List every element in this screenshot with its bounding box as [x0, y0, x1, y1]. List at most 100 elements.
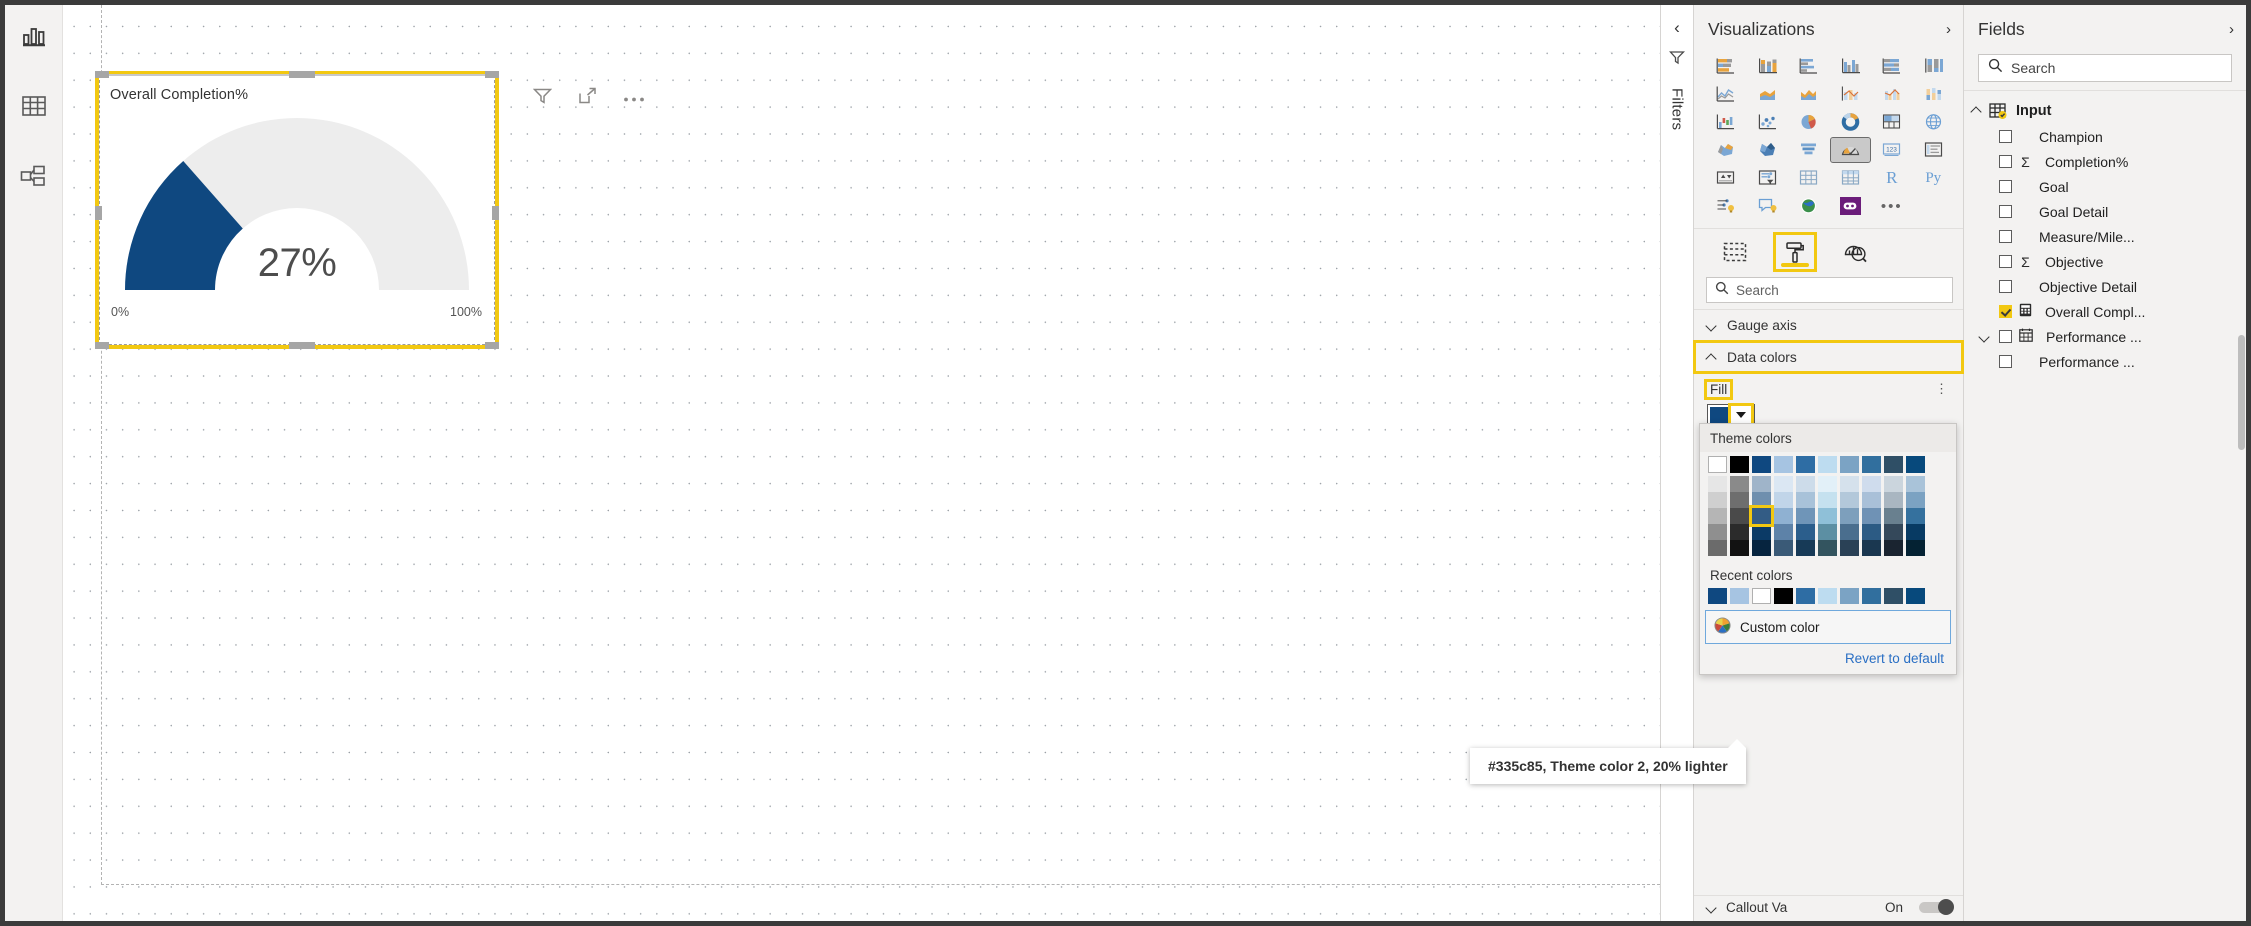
theme-color-shade-column[interactable]: [1906, 476, 1925, 556]
fields-search-input[interactable]: Search: [1978, 54, 2232, 82]
revert-to-default-link[interactable]: Revert to default: [1700, 644, 1956, 674]
resize-handle-middle-right[interactable]: [492, 206, 499, 220]
analytics-tab[interactable]: [1836, 235, 1874, 269]
slicer-icon[interactable]: [1748, 166, 1788, 190]
theme-color-swatch[interactable]: [1774, 492, 1793, 508]
field-checkbox[interactable]: [1999, 330, 2012, 343]
theme-color-swatch[interactable]: [1818, 540, 1837, 556]
field-expand-chevron-icon[interactable]: [1978, 331, 1992, 342]
shape-map-icon[interactable]: [1748, 138, 1788, 162]
recent-color-swatch[interactable]: [1774, 588, 1793, 604]
field-checkbox[interactable]: [1999, 255, 2012, 268]
format-search-input[interactable]: Search: [1706, 277, 1953, 303]
resize-handle-top-right[interactable]: [485, 71, 499, 78]
field-item[interactable]: Champion: [1964, 124, 2246, 149]
theme-color-swatch[interactable]: [1818, 524, 1837, 540]
theme-color-swatch[interactable]: [1818, 456, 1837, 473]
theme-color-swatch[interactable]: [1862, 508, 1881, 524]
resize-handle-top-left[interactable]: [95, 71, 109, 78]
theme-color-swatch[interactable]: [1884, 492, 1903, 508]
field-checkbox[interactable]: [1999, 130, 2012, 143]
recent-color-swatch[interactable]: [1862, 588, 1881, 604]
fields-table-input[interactable]: Input: [1964, 97, 2246, 124]
field-item[interactable]: Performance ...: [1964, 324, 2246, 349]
theme-color-shade-column[interactable]: [1749, 476, 1774, 556]
100-stacked-bar-chart-icon[interactable]: [1872, 54, 1912, 78]
recent-color-swatch[interactable]: [1730, 588, 1749, 604]
theme-color-swatch[interactable]: [1862, 476, 1881, 492]
theme-color-swatch[interactable]: [1906, 476, 1925, 492]
visualizations-expand-chevron-icon[interactable]: ›: [1946, 21, 1951, 38]
report-canvas-area[interactable]: Overall Completion% 27% 0% 100%: [63, 5, 1660, 921]
line-chart-icon[interactable]: [1706, 82, 1746, 106]
theme-color-swatch[interactable]: [1730, 456, 1749, 473]
chevron-up-icon[interactable]: [1972, 105, 1983, 116]
resize-handle-middle-left[interactable]: [95, 206, 102, 220]
stacked-bar-chart-icon[interactable]: [1706, 54, 1746, 78]
recent-color-swatch[interactable]: [1752, 588, 1771, 604]
theme-color-swatch[interactable]: [1774, 508, 1793, 524]
resize-handle-bottom-center[interactable]: [289, 342, 315, 349]
theme-color-swatch[interactable]: [1818, 492, 1837, 508]
theme-color-swatch[interactable]: [1708, 476, 1727, 492]
python-visual-icon[interactable]: Py: [1914, 166, 1954, 190]
custom-color-button[interactable]: Custom color: [1705, 610, 1951, 644]
theme-color-swatch[interactable]: [1796, 476, 1815, 492]
recent-color-swatch[interactable]: [1840, 588, 1859, 604]
theme-color-swatch[interactable]: [1840, 524, 1859, 540]
theme-color-swatch[interactable]: [1708, 540, 1727, 556]
recent-color-swatch[interactable]: [1906, 588, 1925, 604]
recent-color-swatch[interactable]: [1884, 588, 1903, 604]
field-item[interactable]: Objective Detail: [1964, 274, 2246, 299]
visual-type-gallery[interactable]: 123 R Py •••: [1694, 50, 1963, 224]
fill-more-options-icon[interactable]: ⋮: [1935, 381, 1949, 397]
theme-color-shade-column[interactable]: [1862, 476, 1881, 556]
theme-color-swatch[interactable]: [1840, 508, 1859, 524]
theme-color-swatch[interactable]: [1884, 524, 1903, 540]
line-and-clustered-column-chart-icon[interactable]: [1872, 82, 1912, 106]
theme-colors-grid[interactable]: [1700, 452, 1956, 562]
fields-scrollbar[interactable]: [2238, 335, 2245, 450]
stacked-column-chart-icon[interactable]: [1748, 54, 1788, 78]
clustered-column-chart-icon[interactable]: [1831, 54, 1871, 78]
theme-color-swatch[interactable]: [1906, 492, 1925, 508]
theme-color-swatch[interactable]: [1862, 492, 1881, 508]
theme-color-swatch[interactable]: [1884, 476, 1903, 492]
theme-color-swatch[interactable]: [1818, 508, 1837, 524]
model-view-button[interactable]: [17, 159, 51, 193]
theme-color-swatch[interactable]: [1730, 524, 1749, 540]
theme-color-swatch[interactable]: [1840, 540, 1859, 556]
field-item[interactable]: Measure/Mile...: [1964, 224, 2246, 249]
focus-mode-icon[interactable]: [578, 87, 597, 110]
line-and-stacked-column-chart-icon[interactable]: [1831, 82, 1871, 106]
field-checkbox[interactable]: [1999, 155, 2012, 168]
fill-current-swatch[interactable]: [1710, 407, 1729, 423]
theme-color-swatch[interactable]: [1906, 540, 1925, 556]
theme-color-swatch[interactable]: [1752, 524, 1771, 540]
theme-color-shade-column[interactable]: [1818, 476, 1837, 556]
theme-color-swatch[interactable]: [1884, 540, 1903, 556]
card-icon[interactable]: 123: [1872, 138, 1912, 162]
theme-colors-top-row[interactable]: [1708, 456, 1948, 476]
theme-color-swatch[interactable]: [1840, 476, 1859, 492]
fields-tree[interactable]: Input Champion Σ Completion% Goal Goal Detai…: [1964, 91, 2246, 921]
more-visuals-icon[interactable]: •••: [1872, 194, 1912, 218]
paginated-report-icon[interactable]: [1831, 194, 1871, 218]
matrix-icon[interactable]: [1831, 166, 1871, 190]
data-view-button[interactable]: [17, 89, 51, 123]
theme-color-swatch[interactable]: [1774, 524, 1793, 540]
funnel-icon[interactable]: [1789, 138, 1829, 162]
resize-handle-top-center[interactable]: [289, 71, 315, 78]
scatter-chart-icon[interactable]: [1748, 110, 1788, 134]
gauge-icon[interactable]: [1829, 137, 1871, 163]
theme-color-swatch[interactable]: [1708, 456, 1727, 473]
field-item[interactable]: Performance ...: [1964, 349, 2246, 374]
theme-color-swatch[interactable]: [1884, 456, 1903, 473]
theme-color-swatch[interactable]: [1749, 505, 1774, 527]
theme-color-swatch[interactable]: [1708, 508, 1727, 524]
theme-color-shade-column[interactable]: [1796, 476, 1815, 556]
section-gauge-axis[interactable]: Gauge axis: [1694, 309, 1963, 341]
r-script-visual-icon[interactable]: R: [1872, 166, 1912, 190]
field-item[interactable]: Goal: [1964, 174, 2246, 199]
theme-color-swatch[interactable]: [1840, 492, 1859, 508]
